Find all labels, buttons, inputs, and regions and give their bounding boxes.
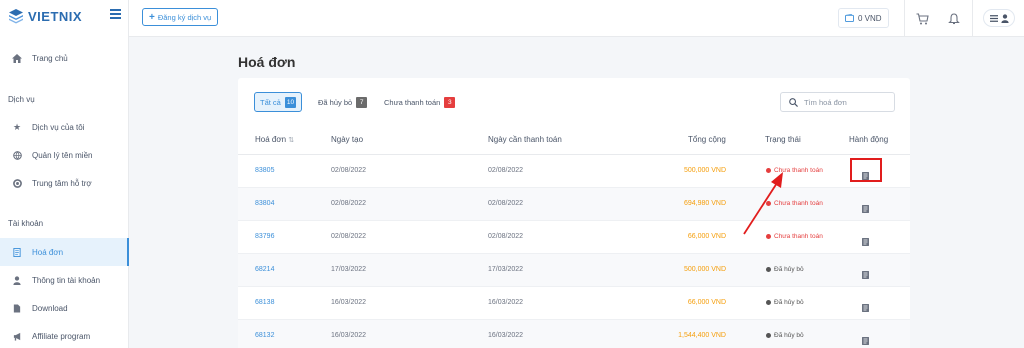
annotation-arrow: [743, 172, 783, 235]
